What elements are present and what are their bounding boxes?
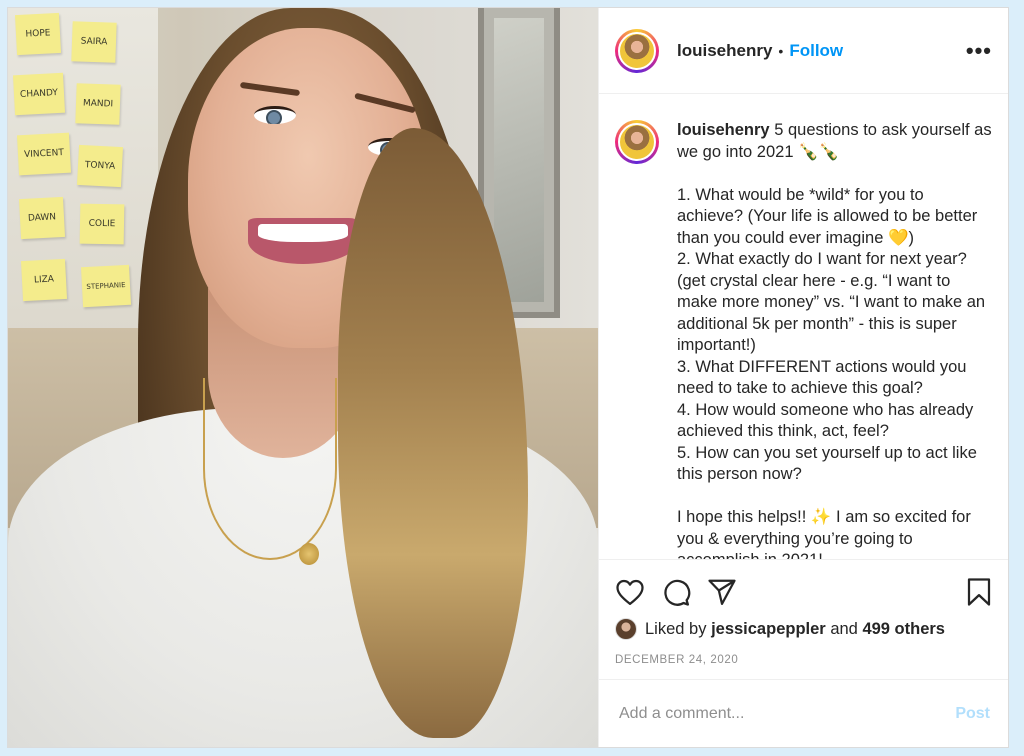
necklace-pendant (299, 543, 319, 565)
caption-line: 5. How can you set yourself up to act li… (677, 443, 977, 484)
caption-line: 3. What DIFFERENT actions would you need… (677, 357, 967, 398)
separator-dot: • (778, 42, 784, 59)
caption-username[interactable]: louisehenry (677, 121, 770, 139)
post-actions: Liked by jessicapeppler and 499 others D… (599, 559, 1008, 679)
comment-bar: Post (599, 679, 1008, 747)
sticky-note: LIZA (20, 258, 68, 302)
sticky-note: HOPE (14, 12, 62, 56)
post-date[interactable]: DECEMBER 24, 2020 (615, 654, 992, 666)
comment-input[interactable] (617, 703, 956, 724)
instagram-post: HOPE SAIRA CHANDY MANDI VINCENT TONYA DA… (7, 7, 1009, 748)
liked-and: and (830, 619, 858, 638)
caption-outro: I hope this helps!! ✨ I am so excited fo… (677, 508, 971, 559)
likes-summary: Liked by jessicapeppler and 499 others (615, 618, 992, 640)
caption-area[interactable]: louisehenry 5 questions to ask yourself … (599, 94, 1008, 559)
post-comment-button[interactable]: Post (955, 705, 990, 723)
sticky-note: CHANDY (12, 72, 66, 116)
sticky-note: VINCENT (16, 132, 72, 176)
sticky-note: STEPHANIE (80, 264, 132, 308)
bookmark-icon[interactable] (966, 577, 992, 607)
liked-prefix: Liked by (645, 619, 707, 638)
sticky-note: MANDI (75, 83, 121, 125)
caption-text: louisehenry 5 questions to ask yourself … (677, 120, 992, 559)
author-avatar[interactable] (615, 28, 659, 73)
caption-line: 1. What would be *wild* for you to achie… (677, 185, 978, 247)
liked-user-link[interactable]: jessicapeppler (711, 620, 826, 639)
author-username[interactable]: louisehenry (677, 41, 772, 61)
comment-icon[interactable] (661, 577, 691, 607)
action-icons (615, 574, 992, 610)
sticky-note: COLIE (79, 203, 125, 245)
liked-others-link[interactable]: 499 others (862, 620, 945, 639)
liker-avatar[interactable] (615, 618, 637, 640)
post-side-panel: louisehenry • Follow ••• louisehenry 5 q… (598, 8, 1008, 747)
caption-line: 4. How would someone who has already ach… (677, 400, 974, 441)
sticky-note: SAIRA (71, 21, 117, 63)
necklace (203, 378, 337, 560)
sticky-note: DAWN (18, 196, 66, 240)
heart-icon[interactable] (615, 578, 645, 606)
smile (248, 218, 358, 264)
post-photo[interactable]: HOPE SAIRA CHANDY MANDI VINCENT TONYA DA… (8, 8, 598, 747)
post-header: louisehenry • Follow ••• (599, 8, 1008, 94)
left-eye (254, 106, 296, 124)
sticky-note: TONYA (76, 144, 124, 188)
share-icon[interactable] (707, 577, 737, 607)
caption-line: 2. What exactly do I want for next year?… (677, 250, 986, 354)
caption-author-avatar[interactable] (615, 120, 659, 164)
more-options-icon[interactable]: ••• (966, 39, 992, 62)
follow-button[interactable]: Follow (789, 41, 843, 61)
